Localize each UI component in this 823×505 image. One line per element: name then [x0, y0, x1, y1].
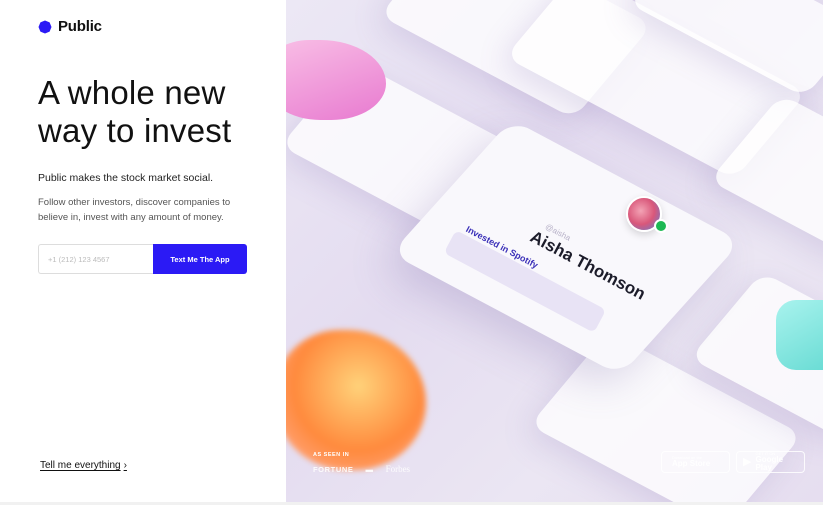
forbes-logo: Forbes: [385, 464, 411, 474]
press-logos: FORTUNE ▬ Forbes: [313, 464, 410, 474]
google-play-button[interactable]: ▶ GET IT ON Google Play: [736, 451, 805, 473]
fortune-logo: FORTUNE: [313, 464, 354, 474]
signup-form: Text Me The App: [38, 244, 247, 274]
as-seen-in-label: AS SEEN IN: [313, 452, 350, 458]
tell-me-everything-label: Tell me everything: [40, 460, 121, 471]
text-me-the-app-button[interactable]: Text Me The App: [153, 244, 247, 274]
lead-text: Public makes the stock market social.: [38, 172, 214, 184]
app-store-badges: Download on the App Store ▶ GET IT ON Go…: [661, 451, 805, 473]
orange-shape: [286, 330, 426, 470]
brand-logo[interactable]: Public: [38, 18, 102, 35]
app-store-label: App Store: [672, 459, 711, 468]
pink-shape: [286, 40, 386, 120]
chevron-right-icon: ›: [123, 460, 127, 471]
public-logo-icon: [38, 20, 52, 33]
page: Public A whole new way to invest Public …: [0, 0, 823, 505]
press-logo-icon: ▬: [365, 464, 374, 474]
google-play-icon: ▶: [743, 455, 752, 468]
description-text: Follow other investors, discover compani…: [38, 197, 231, 223]
brand-name: Public: [58, 18, 102, 35]
app-store-button[interactable]: Download on the App Store: [661, 451, 730, 473]
hero-image: Invested in Spotify Aisha Thomson @aisha: [286, 0, 823, 502]
spotify-icon: [654, 219, 668, 233]
headline: A whole new way to invest: [38, 74, 232, 149]
phone-number-input[interactable]: [38, 244, 153, 274]
left-panel: Public A whole new way to invest Public …: [0, 0, 286, 505]
tell-me-everything-link[interactable]: Tell me everything ›: [40, 460, 127, 471]
google-play-label: Google Play: [755, 455, 784, 472]
teal-shape: [776, 300, 823, 370]
